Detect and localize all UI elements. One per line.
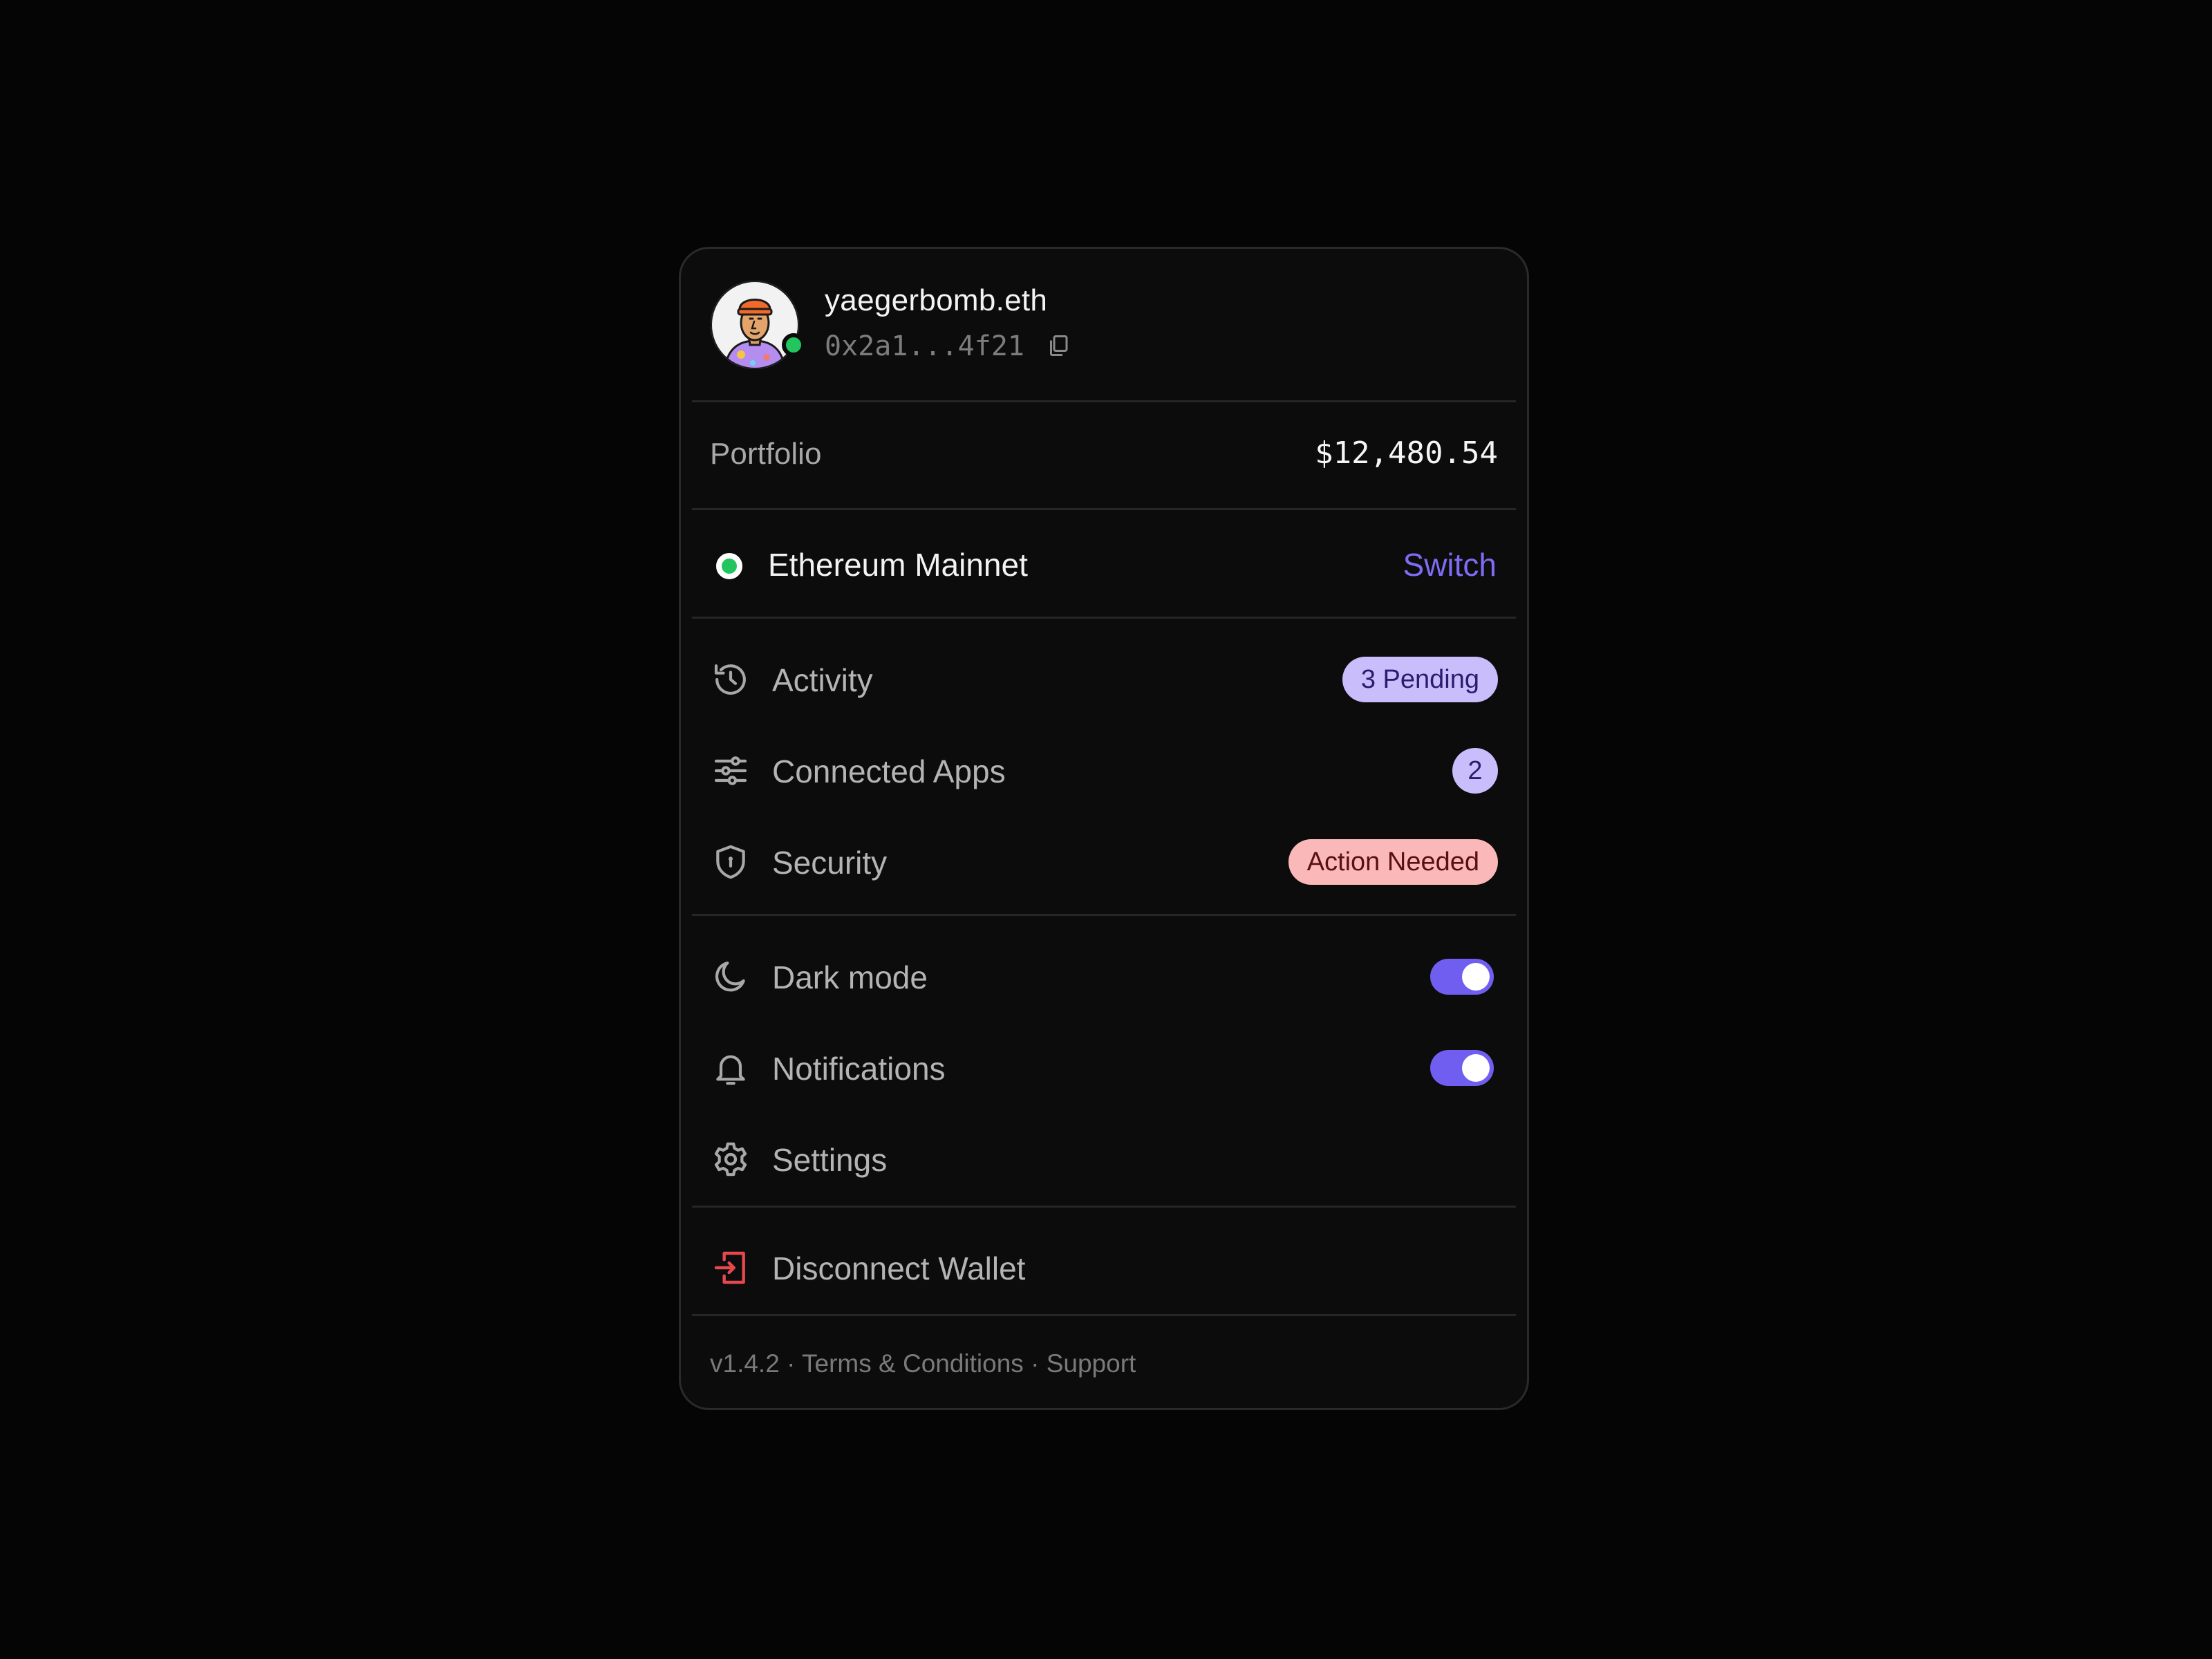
menu-item-label: Notifications xyxy=(772,1051,946,1087)
history-icon xyxy=(714,664,746,695)
menu-item-activity[interactable]: Activity 3 Pending xyxy=(681,641,1527,717)
moon-icon xyxy=(715,962,745,992)
online-status-dot xyxy=(782,333,805,357)
menu-item-connected-apps[interactable]: Connected Apps 2 xyxy=(681,732,1527,808)
network-status-dot xyxy=(716,553,742,579)
copy-icon[interactable] xyxy=(1046,333,1071,358)
notifications-toggle[interactable] xyxy=(1430,1050,1494,1086)
log-out-icon xyxy=(714,1251,745,1284)
portfolio-label: Portfolio xyxy=(710,437,822,471)
terms-link[interactable]: Terms & Conditions xyxy=(802,1349,1024,1378)
toggle-knob xyxy=(1462,963,1490,991)
menu-item-label: Activity xyxy=(772,662,873,698)
footer-separator: · xyxy=(1023,1349,1047,1378)
connected-apps-count: 2 xyxy=(1452,748,1498,794)
divider xyxy=(692,400,1516,402)
disconnect-label: Disconnect Wallet xyxy=(772,1250,1026,1286)
shield-icon xyxy=(716,845,745,879)
divider xyxy=(692,617,1516,619)
footer-separator: · xyxy=(779,1349,803,1378)
action-needed-badge: Action Needed xyxy=(1288,839,1498,885)
menu-item-settings[interactable]: Settings xyxy=(681,1121,1527,1197)
pending-badge: 3 Pending xyxy=(1342,657,1498,702)
version-text: v1.4.2 xyxy=(710,1349,780,1378)
menu-item-label: Settings xyxy=(772,1142,888,1178)
menu-item-label: Security xyxy=(772,845,888,881)
sliders-icon xyxy=(714,756,747,785)
wallet-address: 0x2a1...4f21 xyxy=(825,330,1024,362)
toggle-knob xyxy=(1462,1054,1490,1082)
support-link[interactable]: Support xyxy=(1047,1349,1136,1378)
network-name: Ethereum Mainnet xyxy=(768,547,1028,583)
disconnect-wallet-button[interactable]: Disconnect Wallet xyxy=(681,1229,1527,1305)
footer: v1.4.2 · Terms & Conditions · Support xyxy=(710,1349,1136,1378)
dark-mode-toggle[interactable] xyxy=(1430,959,1494,995)
menu-item-security[interactable]: Security Action Needed xyxy=(681,823,1527,899)
portfolio-value: $12,480.54 xyxy=(1315,435,1498,471)
username: yaegerbomb.eth xyxy=(825,283,1048,317)
avatar[interactable] xyxy=(710,280,800,370)
menu-item-dark-mode[interactable]: Dark mode xyxy=(681,938,1527,1014)
bell-icon xyxy=(716,1055,745,1085)
divider xyxy=(692,914,1516,916)
menu-item-label: Connected Apps xyxy=(772,753,1006,789)
wallet-menu-card: yaegerbomb.eth 0x2a1...4f21 Portfolio $1… xyxy=(679,247,1529,1410)
gear-icon xyxy=(714,1142,747,1177)
switch-network-button[interactable]: Switch xyxy=(1403,546,1497,583)
menu-item-notifications[interactable]: Notifications xyxy=(681,1029,1527,1105)
menu-item-label: Dark mode xyxy=(772,959,928,995)
divider xyxy=(692,1206,1516,1208)
divider xyxy=(692,1314,1516,1316)
divider xyxy=(692,508,1516,510)
